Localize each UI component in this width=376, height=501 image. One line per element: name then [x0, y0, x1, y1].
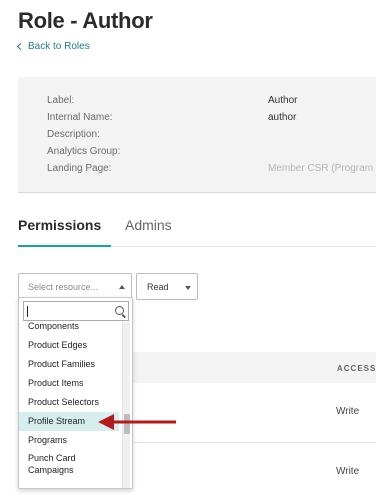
option-components[interactable]: Components	[19, 322, 119, 336]
resource-search-input[interactable]	[23, 301, 129, 321]
permission-level-select[interactable]: Read	[136, 273, 198, 300]
option-product-edges[interactable]: Product Edges	[19, 336, 119, 355]
detail-label-analytics-group: Analytics Group:	[47, 146, 121, 157]
annotation-arrow-icon	[98, 414, 176, 430]
detail-label-label: Label:	[47, 95, 75, 106]
table-row-access-value: Write	[336, 406, 360, 417]
resource-option-list: Components Product Edges Product Familie…	[19, 322, 119, 488]
tab-bar: Permissions Admins	[18, 207, 376, 247]
table-row-access-value: Write	[336, 466, 360, 477]
back-to-roles-link[interactable]: Back to Roles	[16, 41, 90, 52]
option-product-items[interactable]: Product Items	[19, 374, 119, 393]
role-details-panel: Label: Author Internal Name: author Desc…	[18, 77, 376, 193]
column-header-access: ACCESS	[337, 364, 376, 373]
detail-label-description: Description:	[47, 129, 100, 140]
resource-select[interactable]: Select resource...	[18, 273, 132, 300]
option-product-families[interactable]: Product Families	[19, 355, 119, 374]
search-icon	[115, 306, 124, 315]
detail-label-internal-name: Internal Name:	[47, 112, 113, 123]
caret-down-icon	[185, 286, 191, 290]
option-punch-card-campaigns[interactable]: Punch Card Campaigns	[19, 450, 119, 478]
detail-label-landing-page: Landing Page:	[47, 163, 112, 174]
chevron-left-icon	[16, 42, 25, 51]
detail-value-internal-name: author	[268, 112, 297, 123]
tab-admins[interactable]: Admins	[125, 217, 172, 233]
page-title: Role - Author	[18, 8, 153, 33]
resource-dropdown: Components Product Edges Product Familie…	[18, 297, 133, 489]
permission-level-value: Read	[147, 282, 169, 292]
caret-up-icon	[119, 285, 125, 289]
tab-permissions[interactable]: Permissions	[18, 217, 101, 233]
detail-value-landing-page: Member CSR (Program	[268, 163, 374, 174]
active-tab-indicator	[18, 245, 111, 247]
resource-select-placeholder: Select resource...	[28, 282, 99, 292]
back-link-label: Back to Roles	[28, 41, 90, 52]
text-cursor	[27, 306, 28, 317]
detail-value-label: Author	[268, 95, 298, 106]
dropdown-scrollbar[interactable]	[122, 322, 130, 488]
